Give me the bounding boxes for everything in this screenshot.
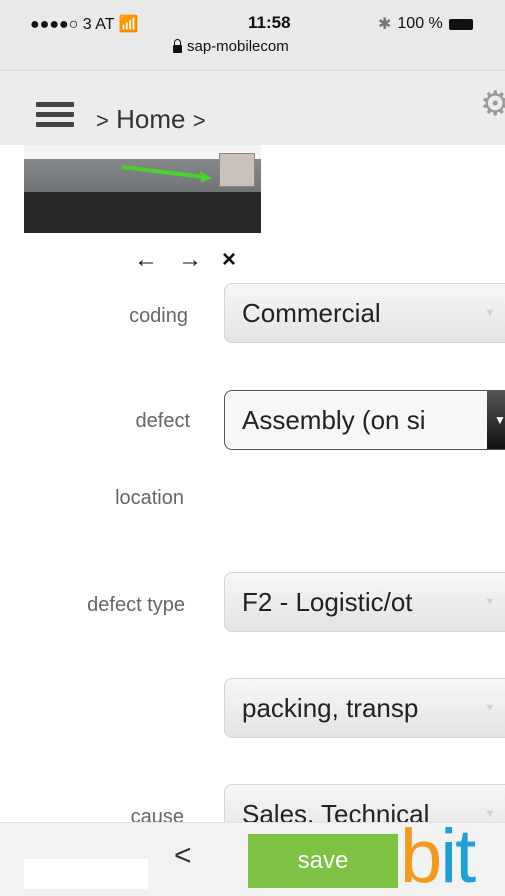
next-image-icon[interactable]: → (178, 248, 202, 272)
defect-photo[interactable] (24, 145, 261, 233)
dropdown-arrow-icon: ▼ (484, 702, 496, 714)
image-controls: ← → × (134, 248, 236, 272)
dropdown-arrow-icon: ▼ (484, 596, 496, 608)
dropdown-arrow-icon: ▼ (487, 391, 505, 449)
url-text: sap-mobilecom (187, 38, 289, 55)
defect-subtype-value: packing, transp (242, 693, 419, 723)
delete-image-icon[interactable]: × (222, 248, 236, 272)
brand-logo: bit (400, 819, 476, 895)
defect-type-value: F2 - Logistic/ot (242, 587, 413, 617)
battery-percent: 100 % (397, 15, 443, 32)
bottom-toolbar: < save bit (0, 819, 505, 896)
hamburger-icon[interactable] (36, 102, 74, 127)
back-chevron-icon[interactable]: < (174, 841, 192, 871)
url-bar[interactable]: sap-mobilecom (173, 38, 289, 55)
photo-spacer (261, 145, 505, 233)
coding-value: Commercial (242, 298, 381, 328)
carrier-text: ●●●●○ 3 AT (30, 16, 115, 33)
breadcrumb-separator: > (192, 108, 206, 133)
status-right: ✱ 100 % (378, 14, 473, 34)
coding-select[interactable]: Commercial ▼ (224, 283, 505, 343)
photo-arrow-annotation (121, 165, 212, 183)
breadcrumb: > Home > (96, 104, 206, 135)
carrier-signal: ●●●●○ 3 AT 📶 (30, 14, 139, 34)
breadcrumb-separator: > (96, 108, 109, 133)
brand-logo-it: it (440, 814, 476, 896)
defect-type-select[interactable]: F2 - Logistic/ot ▼ (224, 572, 505, 632)
bottom-input-area (24, 859, 148, 889)
brand-logo-b: b (400, 814, 442, 896)
gear-icon[interactable]: ⚙ (480, 87, 505, 121)
dropdown-arrow-icon: ▼ (484, 307, 496, 319)
defect-subtype-select[interactable]: packing, transp ▼ (224, 678, 505, 738)
defect-type-label: defect type (87, 594, 185, 616)
app-screen: ●●●●○ 3 AT 📶 11:58 ✱ 100 % sap-mobilecom… (0, 0, 505, 896)
prev-image-icon[interactable]: ← (134, 248, 158, 272)
status-time: 11:58 (248, 13, 291, 32)
lock-icon (173, 38, 182, 53)
coding-label: coding (129, 305, 188, 327)
status-bar: ●●●●○ 3 AT 📶 11:58 ✱ 100 % sap-mobilecom (0, 0, 505, 71)
defect-value: Assembly (on si (242, 405, 426, 435)
location-label: location (115, 487, 184, 509)
breadcrumb-item-home[interactable]: Home (116, 104, 185, 134)
bluetooth-icon: ✱ (378, 16, 392, 33)
save-button[interactable]: save (248, 834, 398, 888)
defect-select[interactable]: Assembly (on si ▼ (224, 390, 505, 450)
defect-label: defect (135, 410, 190, 432)
battery-icon (448, 18, 473, 30)
app-header: > Home > ⚙ (0, 71, 505, 145)
wifi-icon: 📶 (118, 16, 139, 33)
